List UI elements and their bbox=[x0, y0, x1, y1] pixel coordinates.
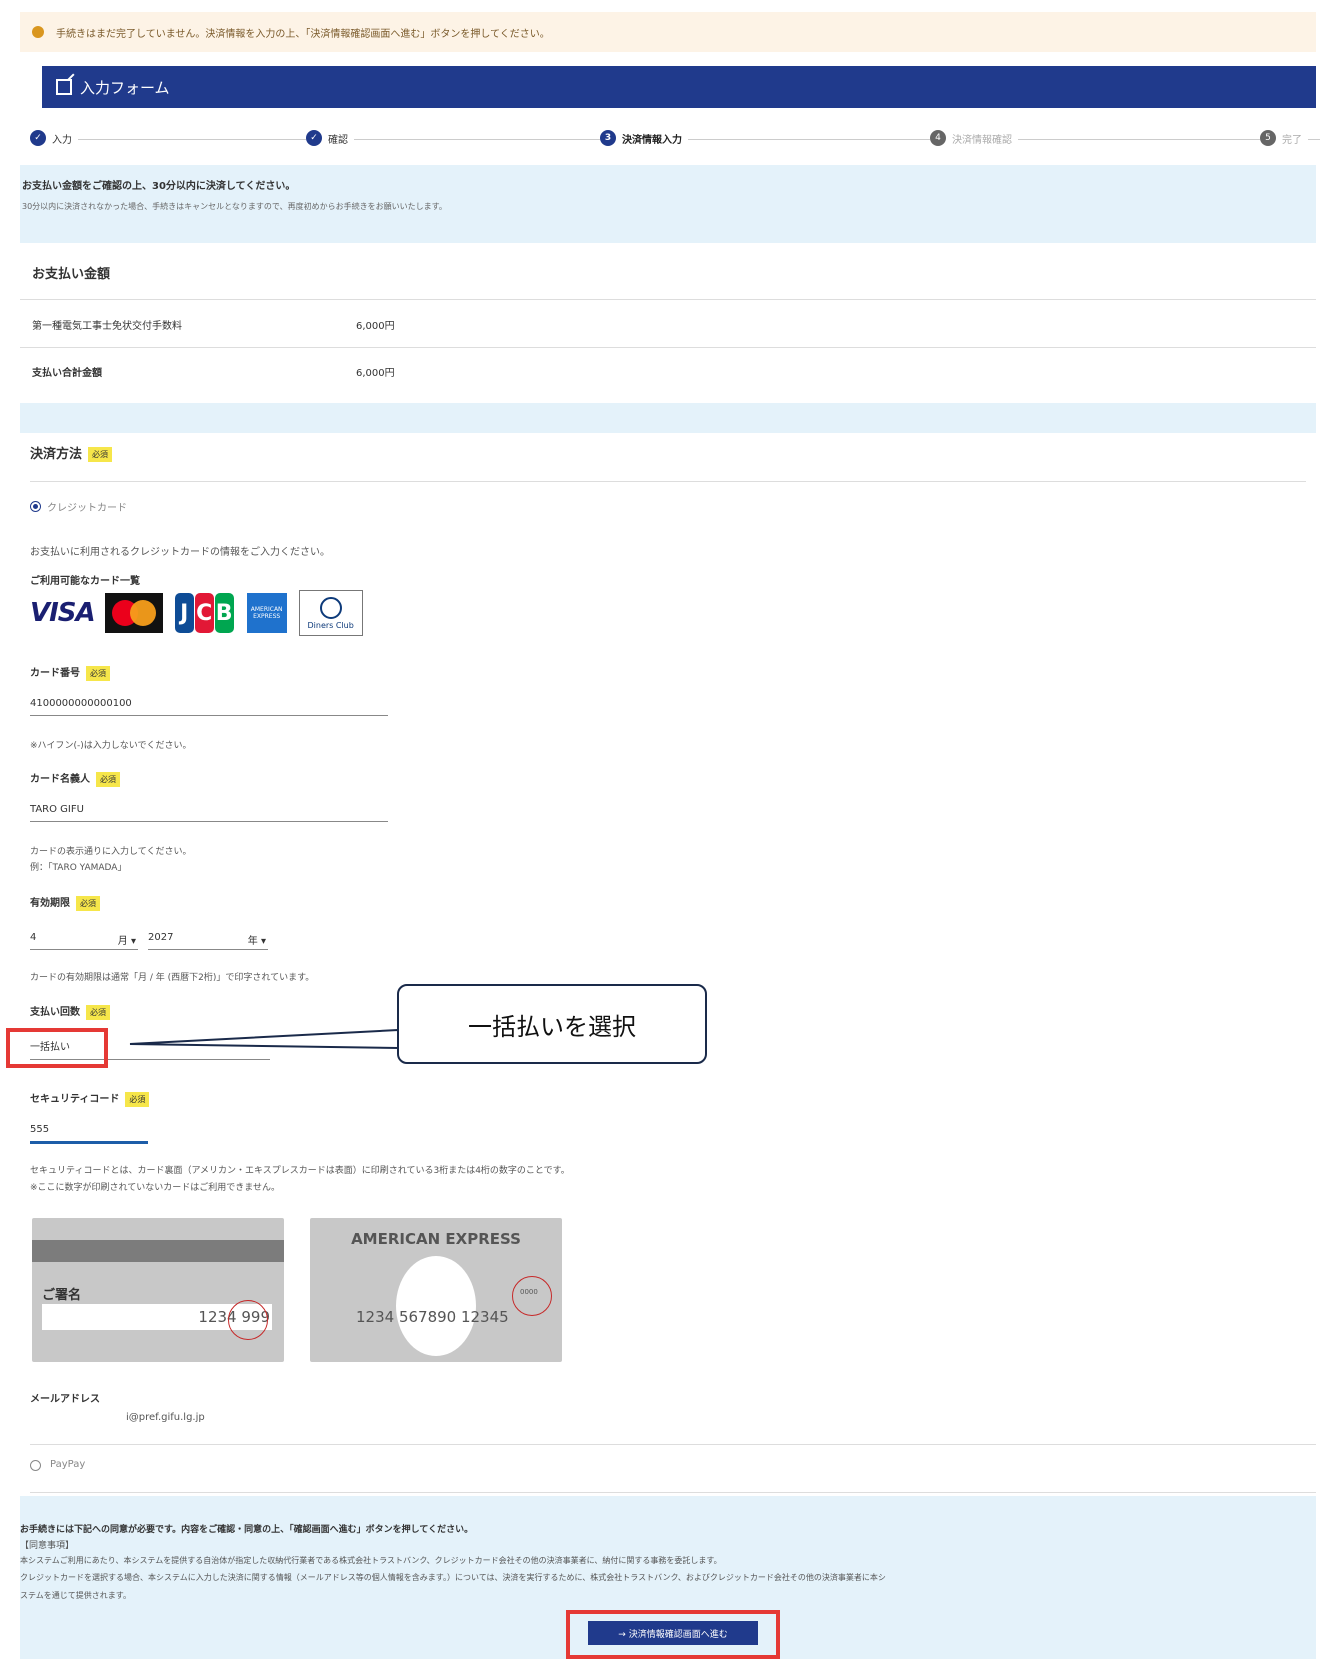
diners-club-logo: Diners Club bbox=[298, 590, 363, 636]
progress-stepper: ✓ 入力 ✓ 確認 3 決済情報入力 4 決済情報確認 5 完了 bbox=[30, 126, 1320, 152]
deadline-message: お支払い金額をご確認の上、30分以内に決済してください。 bbox=[22, 181, 296, 192]
expiry-year-select[interactable]: 2027 年 ▾ bbox=[148, 932, 268, 950]
warning-icon bbox=[32, 26, 44, 38]
highlight-installment bbox=[6, 1028, 108, 1068]
security-code-warning: ※ここに数字が印刷されていないカードはご利用できません。 bbox=[30, 1183, 281, 1193]
installment-label: 支払い回数 必須 bbox=[30, 1003, 110, 1020]
deadline-info: お支払い金額をご確認の上、30分以内に決済してください。 30分以内に決済されな… bbox=[20, 165, 1316, 243]
step-number: 5 bbox=[1260, 130, 1276, 146]
fee-value: 6,000円 bbox=[356, 321, 395, 332]
total-value: 6,000円 bbox=[356, 368, 395, 379]
total-label: 支払い合計金額 bbox=[32, 368, 102, 379]
security-code-label: セキュリティコード 必須 bbox=[30, 1090, 150, 1107]
expiry-note: カードの有効期限は通常「月 / 年 (西暦下2桁)」で印字されています。 bbox=[30, 973, 315, 983]
consent-item-2-cont: ステムを通じて提供されます。 bbox=[20, 1591, 131, 1600]
card-number-note: ※ハイフン(-)は入力しないでください。 bbox=[30, 741, 192, 751]
step-label: 決済情報確認 bbox=[952, 134, 1012, 146]
security-code-input[interactable]: 555 bbox=[30, 1124, 148, 1144]
fee-label: 第一種電気工事士免状交付手数料 bbox=[32, 321, 182, 332]
card-number-input[interactable]: 4100000000000100 bbox=[30, 698, 388, 716]
credit-card-label: クレジットカード bbox=[47, 503, 127, 514]
callout-box: 一括払いを選択 bbox=[397, 984, 707, 1064]
security-code-note: セキュリティコードとは、カード裏面（アメリカン・エキスプレスカードは表面）に印刷… bbox=[30, 1166, 570, 1176]
expiry-month-select[interactable]: 4月 ▾ bbox=[30, 932, 138, 950]
step-payment-input: 3 決済情報入力 bbox=[600, 130, 688, 146]
divider bbox=[20, 299, 1316, 300]
card-holder-label: カード名義人 必須 bbox=[30, 770, 120, 787]
divider bbox=[30, 1492, 1316, 1493]
check-icon: ✓ bbox=[306, 130, 322, 146]
payment-method-title: 決済方法 必須 bbox=[30, 443, 113, 462]
card-logos: VISA J C B AMERICAN EXPRESS Diners Club bbox=[30, 590, 363, 636]
payment-amount-card: お支払い金額 第一種電気工事士免状交付手数料 6,000円 支払い合計金額 6,… bbox=[20, 243, 1316, 403]
mastercard-logo bbox=[104, 593, 163, 633]
step-payment-confirm: 4 決済情報確認 bbox=[930, 130, 1018, 146]
edit-icon bbox=[56, 79, 72, 95]
consent-item-1: 本システムご利用にあたり、本システムを提供する自治体が指定した収納代行業者である… bbox=[20, 1556, 722, 1565]
step-number: 4 bbox=[930, 130, 946, 146]
incomplete-alert: 手続きはまだ完了していません。決済情報を入力の上、「決済情報確認画面へ進む」ボタ… bbox=[20, 12, 1316, 52]
available-cards-label: ご利用可能なカード一覧 bbox=[30, 576, 140, 587]
holder-note: カードの表示通りに入力してください。 bbox=[30, 847, 192, 857]
card-back-sample: ご署名 1234 999 bbox=[32, 1218, 284, 1362]
step-complete: 5 完了 bbox=[1260, 130, 1308, 146]
amex-card-sample: AMERICAN EXPRESS 1234 567890 12345 0000 bbox=[310, 1218, 562, 1362]
form-title: 入力フォーム bbox=[80, 78, 170, 97]
credit-card-note: お支払いに利用されるクレジットカードの情報をご入力ください。 bbox=[30, 547, 330, 558]
form-header: 入力フォーム bbox=[42, 66, 1316, 108]
alert-text: 手続きはまだ完了していません。決済情報を入力の上、「決済情報確認画面へ進む」ボタ… bbox=[56, 28, 550, 40]
signature-label: ご署名 bbox=[42, 1288, 82, 1303]
required-badge: 必須 bbox=[88, 447, 113, 462]
proceed-to-payment-confirm-button[interactable]: → 決済情報確認画面へ進む bbox=[588, 1621, 758, 1645]
divider bbox=[20, 347, 1316, 348]
magnetic-stripe bbox=[32, 1240, 284, 1262]
paypay-radio[interactable] bbox=[30, 1460, 41, 1471]
step-label: 決済情報入力 bbox=[622, 134, 682, 146]
step-number: 3 bbox=[600, 130, 616, 146]
jcb-logo: J C B bbox=[174, 593, 235, 633]
amex-logo: AMERICAN EXPRESS bbox=[246, 593, 287, 633]
consent-intro: お手続きには下記への同意が必要です。内容をご確認・同意の上、「確認画面へ進む」ボ… bbox=[20, 1525, 474, 1535]
step-confirm: ✓ 確認 bbox=[306, 130, 354, 146]
card-holder-input[interactable]: TARO GIFU bbox=[30, 804, 388, 822]
visa-logo: VISA bbox=[30, 598, 96, 628]
card-number-label: カード番号 必須 bbox=[30, 664, 110, 681]
step-label: 確認 bbox=[328, 134, 348, 146]
holder-example: 例：「TARO YAMADA」 bbox=[30, 863, 127, 873]
check-icon: ✓ bbox=[30, 130, 46, 146]
cancel-notice: 30分以内に決済されなかった場合、手続きはキャンセルとなりますので、再度初めから… bbox=[22, 202, 447, 211]
step-label: 入力 bbox=[52, 134, 72, 146]
amex-oval bbox=[396, 1256, 476, 1356]
step-label: 完了 bbox=[1282, 134, 1302, 146]
email-label: メールアドレス bbox=[30, 1394, 100, 1405]
amex-brand-text: AMERICAN EXPRESS bbox=[351, 1230, 521, 1248]
cvv-highlight-circle bbox=[512, 1276, 552, 1316]
sample-amex-number: 1234 567890 12345 bbox=[356, 1308, 509, 1326]
credit-card-radio[interactable] bbox=[30, 501, 41, 512]
step-input: ✓ 入力 bbox=[30, 130, 78, 146]
cvv-highlight-circle bbox=[228, 1300, 268, 1340]
email-value: i@pref.gifu.lg.jp bbox=[126, 1412, 205, 1423]
method-title-text: 決済方法 bbox=[30, 447, 83, 462]
divider bbox=[30, 1444, 1316, 1445]
divider bbox=[30, 481, 1306, 482]
payment-amount-title: お支払い金額 bbox=[32, 267, 111, 282]
expiry-label: 有効期限 必須 bbox=[30, 894, 100, 911]
consent-heading: 【同意事項】 bbox=[20, 1541, 75, 1551]
paypay-label: PayPay bbox=[50, 1459, 86, 1470]
consent-item-2: クレジットカードを選択する場合、本システムに入力した決済に関する情報（メールアド… bbox=[20, 1573, 886, 1582]
